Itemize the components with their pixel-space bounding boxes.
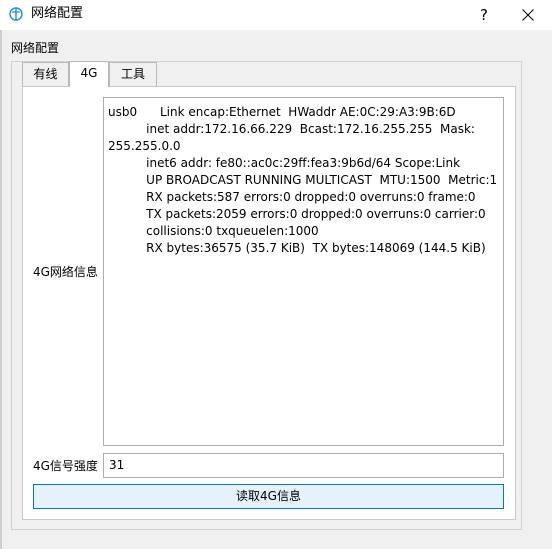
4g-info-label: 4G网络信息 xyxy=(33,265,98,279)
title-bar: 网络配置 ? xyxy=(0,0,552,30)
4g-signal-field[interactable]: 31 xyxy=(103,453,504,478)
help-button[interactable]: ? xyxy=(466,0,502,30)
4g-signal-label: 4G信号强度 xyxy=(33,459,98,473)
window-left-edge xyxy=(0,30,2,549)
close-button[interactable] xyxy=(510,0,546,30)
network-app-icon xyxy=(9,7,23,21)
read-4g-info-button[interactable]: 读取4G信息 xyxy=(33,484,504,509)
tab-wired[interactable]: 有线 xyxy=(22,62,69,86)
4g-info-textbox[interactable]: usb0 Link encap:Ethernet HWaddr AE:0C:29… xyxy=(103,97,504,446)
tab-4g[interactable]: 4G xyxy=(69,61,109,87)
close-icon xyxy=(522,9,534,21)
window-title: 网络配置 xyxy=(31,6,84,21)
tab-tools[interactable]: 工具 xyxy=(109,62,157,86)
group-box-title: 网络配置 xyxy=(11,41,60,55)
